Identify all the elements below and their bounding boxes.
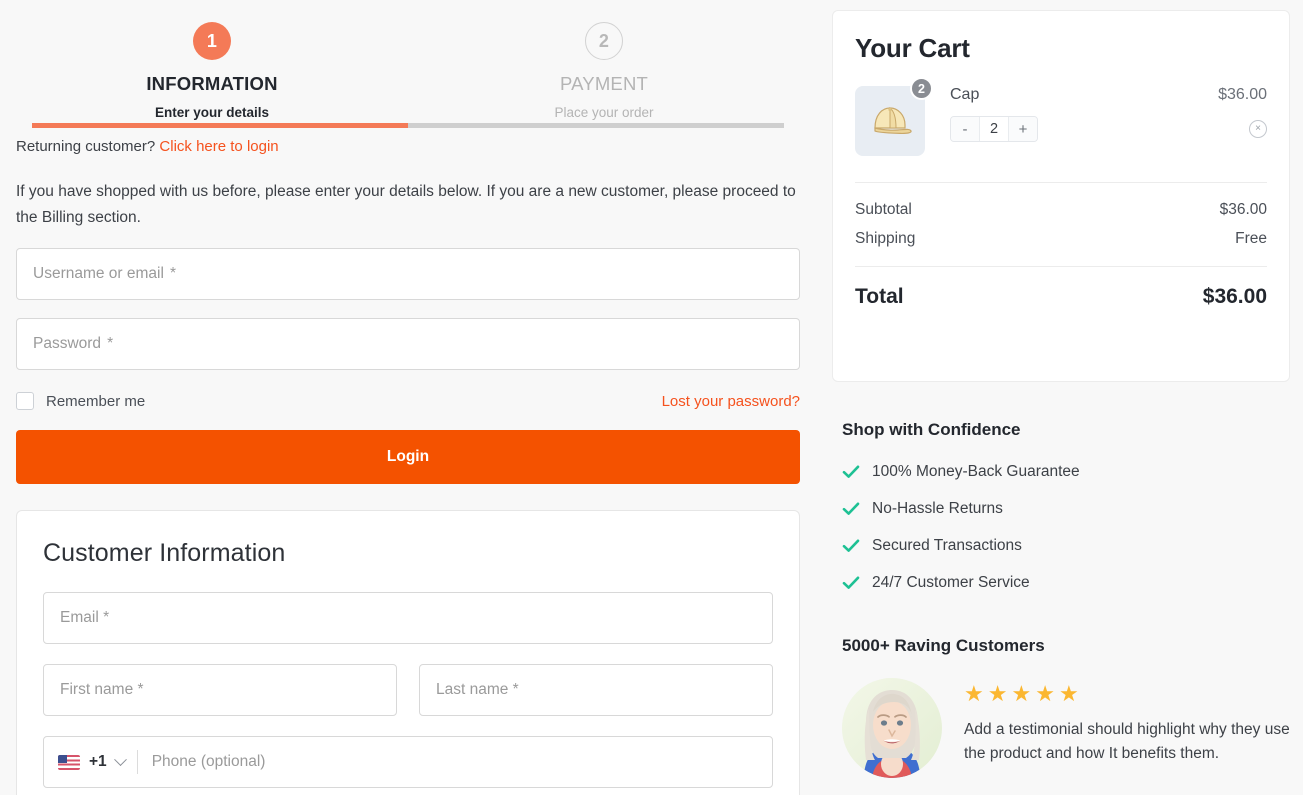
checkout-page: 1 INFORMATION Enter your details 2 PAYME…: [0, 0, 1303, 795]
trust-item-label: 100% Money-Back Guarantee: [872, 463, 1080, 480]
checkout-progress-fill: [32, 123, 408, 128]
cart-item-quantity-badge: 2: [910, 77, 933, 100]
subtotal-label: Subtotal: [855, 201, 912, 218]
check-icon: [842, 502, 864, 516]
trust-item-label: No-Hassle Returns: [872, 500, 1003, 517]
trust-item: No-Hassle Returns: [842, 500, 1292, 518]
step-1-title: INFORMATION: [146, 73, 278, 94]
subtotal-row: Subtotal $36.00: [855, 201, 1267, 219]
trust-item-label: Secured Transactions: [872, 537, 1022, 554]
login-button[interactable]: Login: [16, 430, 800, 485]
last-name-input[interactable]: Last name *: [419, 664, 773, 717]
step-1-subtitle: Enter your details: [154, 105, 270, 120]
phone-placeholder: Phone (optional): [151, 753, 266, 771]
star-icon: ★: [1035, 681, 1055, 706]
testimonial-body: ★ ★ ★ ★ ★ Add a testimonial should highl…: [942, 678, 1292, 778]
star-icon: ★: [1011, 681, 1032, 706]
cart-item-price: $36.00: [1218, 86, 1267, 103]
check-icon: [842, 576, 864, 590]
check-icon: [842, 465, 864, 479]
checkout-sidebar: Your Cart 2 Cap $36.00 - 2 + × Subtotal …: [832, 0, 1303, 795]
total-value: $36.00: [1202, 285, 1267, 308]
total-label: Total: [855, 285, 904, 308]
remember-me-group[interactable]: Remember me: [16, 392, 146, 411]
password-placeholder: Password: [33, 335, 102, 353]
shipping-value: Free: [1235, 230, 1267, 247]
trust-section-title: Shop with Confidence: [842, 420, 1021, 439]
cart-item-controls: - 2 + ×: [950, 116, 1267, 142]
cart-item-name: Cap: [950, 86, 980, 103]
returning-customer-label: Returning customer?: [16, 138, 156, 155]
phone-input-row[interactable]: +1 Phone (optional): [43, 736, 773, 789]
rating-stars: ★ ★ ★ ★ ★: [964, 683, 1292, 705]
name-row: First name * Last name *: [43, 664, 773, 717]
remember-row: Remember me Lost your password?: [16, 388, 800, 414]
testimonial-item: ★ ★ ★ ★ ★ Add a testimonial should highl…: [842, 678, 1292, 778]
trust-item: Secured Transactions: [842, 537, 1292, 555]
remove-item-icon[interactable]: ×: [1249, 120, 1267, 138]
shipping-label: Shipping: [855, 230, 916, 247]
check-icon: [842, 539, 864, 553]
subtotal-value: $36.00: [1219, 201, 1267, 218]
login-intro-text: If you have shopped with us before, plea…: [16, 183, 796, 226]
step-payment[interactable]: 2 PAYMENT Place your order: [408, 0, 800, 130]
trust-item: 24/7 Customer Service: [842, 574, 1292, 592]
lost-password-link[interactable]: Lost your password?: [662, 393, 800, 410]
cart-item-body: Cap $36.00 - 2 + ×: [927, 86, 1267, 156]
step-1-number: 1: [193, 22, 231, 60]
star-icon: ★: [987, 681, 1008, 706]
password-required-mark: *: [107, 335, 114, 353]
checkout-stepper: 1 INFORMATION Enter your details 2 PAYME…: [16, 0, 800, 130]
cart-card: Your Cart 2 Cap $36.00 - 2 + × Subtotal …: [832, 10, 1290, 382]
star-icon: ★: [1058, 681, 1079, 706]
cart-item-thumbnail-wrap: 2: [855, 77, 933, 156]
customer-information-card: Customer Information Email * First name …: [16, 510, 800, 795]
checkout-main-column: 1 INFORMATION Enter your details 2 PAYME…: [0, 0, 816, 795]
username-input[interactable]: Username or email *: [16, 248, 800, 301]
trust-item-label: 24/7 Customer Service: [872, 574, 1030, 591]
cart-item-header: Cap $36.00: [950, 86, 1267, 104]
first-name-input[interactable]: First name *: [43, 664, 397, 717]
step-information[interactable]: 1 INFORMATION Enter your details: [16, 0, 408, 130]
phone-divider: [136, 750, 138, 775]
remember-me-label: Remember me: [46, 392, 146, 410]
customer-avatar-photo: [842, 678, 942, 778]
remember-me-checkbox[interactable]: [16, 392, 34, 411]
testimonial-text: Add a testimonial should highlight why t…: [964, 721, 1290, 763]
click-here-to-login-link[interactable]: Click here to login: [159, 138, 278, 155]
trust-item: 100% Money-Back Guarantee: [842, 463, 1292, 481]
chevron-down-icon[interactable]: [113, 752, 127, 766]
customer-information-title: Customer Information: [43, 539, 286, 568]
quantity-stepper[interactable]: - 2 +: [950, 116, 1038, 142]
cart-item-row: 2 Cap $36.00 - 2 + ×: [855, 77, 1267, 156]
username-required-mark: *: [169, 265, 176, 283]
step-2-number: 2: [585, 22, 623, 60]
quantity-decrement-button[interactable]: -: [951, 117, 979, 141]
step-2-subtitle: Place your order: [554, 105, 654, 120]
us-flag-icon: [58, 754, 80, 770]
testimonials-title: 5000+ Raving Customers: [842, 636, 1045, 655]
cart-divider-bottom: [855, 266, 1267, 267]
password-input[interactable]: Password *: [16, 318, 800, 371]
step-2-title: PAYMENT: [559, 73, 649, 94]
email-input[interactable]: Email *: [43, 592, 773, 645]
total-row: Total $36.00: [855, 285, 1267, 309]
username-placeholder: Username or email: [33, 265, 164, 283]
cart-divider-top: [855, 182, 1267, 183]
cart-title: Your Cart: [855, 33, 970, 63]
returning-customer-row: Returning customer? Click here to login: [16, 136, 800, 157]
checkout-progress-bar: [32, 123, 784, 128]
trust-section: Shop with Confidence 100% Money-Back Gua…: [842, 420, 1292, 778]
shipping-row: Shipping Free: [855, 230, 1267, 248]
star-icon: ★: [964, 681, 984, 706]
phone-dial-code: +1: [89, 753, 107, 771]
quantity-increment-button[interactable]: +: [1009, 117, 1037, 141]
quantity-value: 2: [979, 117, 1009, 141]
